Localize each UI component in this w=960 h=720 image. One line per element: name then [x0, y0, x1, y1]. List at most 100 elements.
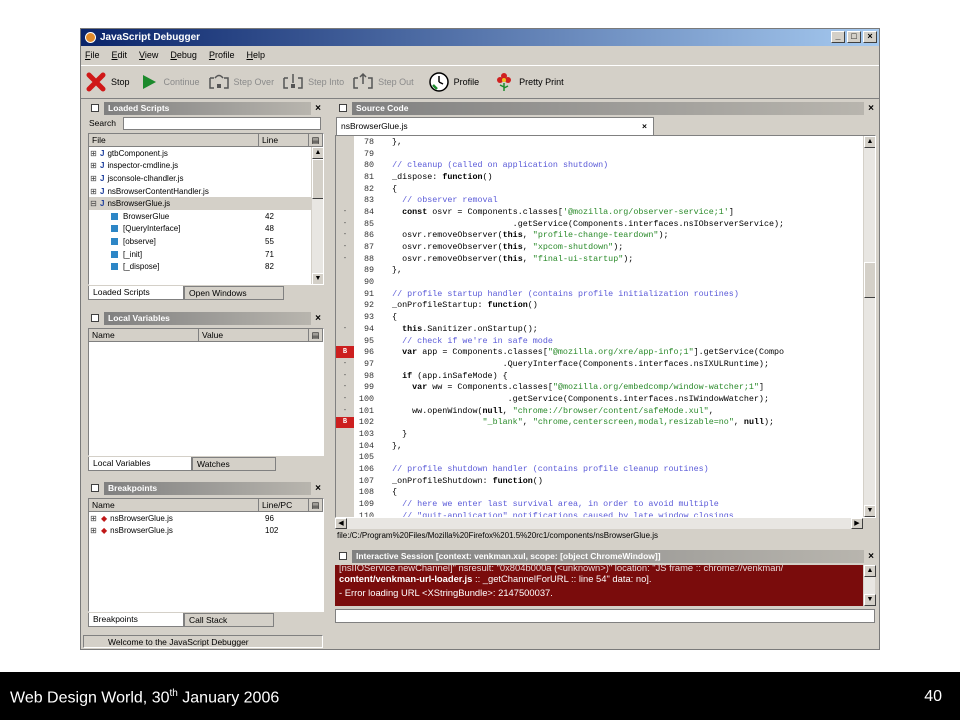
- session-scrollbar[interactable]: ▲ ▼: [863, 565, 876, 606]
- gutter-marker[interactable]: -: [336, 252, 354, 265]
- column-picker-icon[interactable]: ▤: [309, 329, 323, 342]
- panel-close-icon[interactable]: ×: [864, 551, 878, 562]
- gutter-marker[interactable]: [336, 159, 354, 172]
- menu-help[interactable]: Help: [246, 50, 265, 60]
- code-text: _onProfileStartup: function(): [382, 300, 538, 311]
- tab-breakpoints[interactable]: Breakpoints: [88, 613, 184, 627]
- step-out-button[interactable]: Step Out: [352, 71, 414, 93]
- gutter-marker[interactable]: -: [336, 358, 354, 370]
- close-window-button[interactable]: ×: [863, 31, 877, 43]
- gutter-marker[interactable]: [336, 264, 354, 277]
- gutter-marker[interactable]: [336, 182, 354, 195]
- gutter-marker[interactable]: [336, 287, 354, 300]
- tab-local-variables[interactable]: Local Variables: [88, 457, 192, 471]
- tree-function-row[interactable]: [_init] 71: [89, 248, 323, 261]
- column-picker-icon[interactable]: ▤: [309, 499, 323, 512]
- gutter-marker[interactable]: [336, 299, 354, 312]
- tab-call-stack[interactable]: Call Stack: [184, 613, 274, 627]
- menu-file[interactable]: File: [85, 50, 100, 60]
- panel-pin-icon[interactable]: [91, 484, 99, 492]
- tree-file-row[interactable]: ⊞ JnsBrowserContentHandler.js: [89, 185, 323, 198]
- tab-open-windows[interactable]: Open Windows: [184, 286, 284, 300]
- panel-close-icon[interactable]: ×: [311, 483, 325, 494]
- gutter-marker[interactable]: [336, 334, 354, 347]
- breakpoint-row[interactable]: ⊞ ◆ nsBrowserGlue.js 102: [89, 525, 323, 538]
- step-into-button[interactable]: Step Into: [282, 71, 344, 93]
- gutter-marker[interactable]: [336, 311, 354, 323]
- gutter-marker[interactable]: [336, 428, 354, 440]
- gutter-marker[interactable]: -: [336, 393, 354, 405]
- continue-button[interactable]: Continue: [138, 71, 200, 93]
- stop-button[interactable]: Stop: [85, 71, 130, 93]
- gutter-marker[interactable]: [336, 498, 354, 510]
- profile-button[interactable]: Profile: [428, 71, 479, 93]
- close-tab-icon[interactable]: ×: [642, 118, 647, 134]
- gutter-marker[interactable]: [336, 510, 354, 517]
- panel-close-icon[interactable]: ×: [311, 313, 325, 324]
- col-line[interactable]: Line: [259, 134, 309, 147]
- tree-file-row[interactable]: ⊞ JgtbComponent.js: [89, 147, 323, 160]
- col-file[interactable]: File: [89, 134, 259, 147]
- menu-view[interactable]: View: [139, 50, 158, 60]
- tree-file-row[interactable]: ⊞ Jjsconsole-clhandler.js: [89, 172, 323, 185]
- column-picker-icon[interactable]: ▤: [309, 134, 323, 147]
- breakpoint-marker[interactable]: B: [336, 346, 354, 359]
- menu-profile[interactable]: Profile: [209, 50, 235, 60]
- panel-pin-icon[interactable]: [339, 552, 347, 560]
- menu-edit[interactable]: Edit: [112, 50, 128, 60]
- code-text: },: [382, 440, 403, 451]
- tree-function-row[interactable]: [observe] 55: [89, 235, 323, 248]
- gutter-marker[interactable]: [336, 463, 354, 475]
- source-code-panel: Source Code × nsBrowserGlue.js × 78 }, 79…: [333, 100, 878, 548]
- pretty-print-button[interactable]: Pretty Print: [493, 71, 564, 93]
- gutter-marker[interactable]: [336, 194, 354, 207]
- maximize-button[interactable]: □: [847, 31, 861, 43]
- tree-function-row[interactable]: BrowserGlue 42: [89, 210, 323, 223]
- gutter-marker[interactable]: [336, 474, 354, 487]
- panel-pin-icon[interactable]: [91, 314, 99, 322]
- scripts-scrollbar[interactable]: ▲ ▼: [311, 147, 323, 284]
- tab-source-file[interactable]: nsBrowserGlue.js ×: [336, 117, 654, 135]
- gutter-marker[interactable]: [336, 276, 354, 288]
- panel-pin-icon[interactable]: [91, 104, 99, 112]
- breakpoint-row[interactable]: ⊞ ◆ nsBrowserGlue.js 96: [89, 512, 323, 525]
- source-scrollbar-horizontal[interactable]: ◀ ▶: [335, 518, 863, 529]
- panel-close-icon[interactable]: ×: [311, 103, 325, 114]
- col-name[interactable]: Name: [89, 499, 259, 512]
- gutter-marker[interactable]: -: [336, 241, 354, 253]
- gutter-marker[interactable]: -: [336, 404, 354, 417]
- gutter-marker[interactable]: -: [336, 381, 354, 394]
- gutter-marker[interactable]: [336, 486, 354, 499]
- gutter-marker[interactable]: -: [336, 206, 354, 218]
- panel-pin-icon[interactable]: [339, 104, 347, 112]
- tree-function-row[interactable]: [_dispose] 82: [89, 260, 323, 273]
- breakpoint-marker[interactable]: B: [336, 416, 354, 429]
- gutter-marker[interactable]: [336, 171, 354, 183]
- col-value[interactable]: Value: [199, 329, 309, 342]
- panel-close-icon[interactable]: ×: [864, 103, 878, 114]
- tree-file-row-selected[interactable]: ⊟ JnsBrowserGlue.js: [89, 197, 323, 210]
- search-input[interactable]: [123, 117, 321, 130]
- gutter-marker[interactable]: [336, 147, 354, 160]
- col-line-pc[interactable]: Line/PC: [259, 499, 309, 512]
- minimize-button[interactable]: _: [831, 31, 845, 43]
- tab-watches[interactable]: Watches: [192, 457, 276, 471]
- tab-loaded-scripts[interactable]: Loaded Scripts: [88, 286, 184, 300]
- menu-debug[interactable]: Debug: [170, 50, 197, 60]
- gutter-marker[interactable]: [336, 451, 354, 464]
- gutter-marker[interactable]: -: [336, 323, 354, 335]
- tree-file-row[interactable]: ⊞ Jinspector-cmdline.js: [89, 160, 323, 173]
- gutter-marker[interactable]: -: [336, 229, 354, 242]
- gutter-marker[interactable]: [336, 439, 354, 452]
- col-name[interactable]: Name: [89, 329, 199, 342]
- source-file-path: file:/C:/Program%20Files/Mozilla%20Firef…: [337, 531, 659, 540]
- step-over-button[interactable]: Step Over: [208, 71, 274, 93]
- gutter-marker[interactable]: [336, 136, 354, 148]
- gutter-marker[interactable]: -: [336, 217, 354, 230]
- tree-function-row[interactable]: [QueryInterface] 48: [89, 223, 323, 236]
- code-line: 108 {: [336, 486, 862, 499]
- source-view[interactable]: 78 }, 79 80 // cleanup (called on applicat…: [335, 135, 876, 518]
- source-scrollbar-vertical[interactable]: ▲ ▼: [863, 136, 875, 517]
- session-input[interactable]: [335, 609, 875, 623]
- gutter-marker[interactable]: -: [336, 369, 354, 382]
